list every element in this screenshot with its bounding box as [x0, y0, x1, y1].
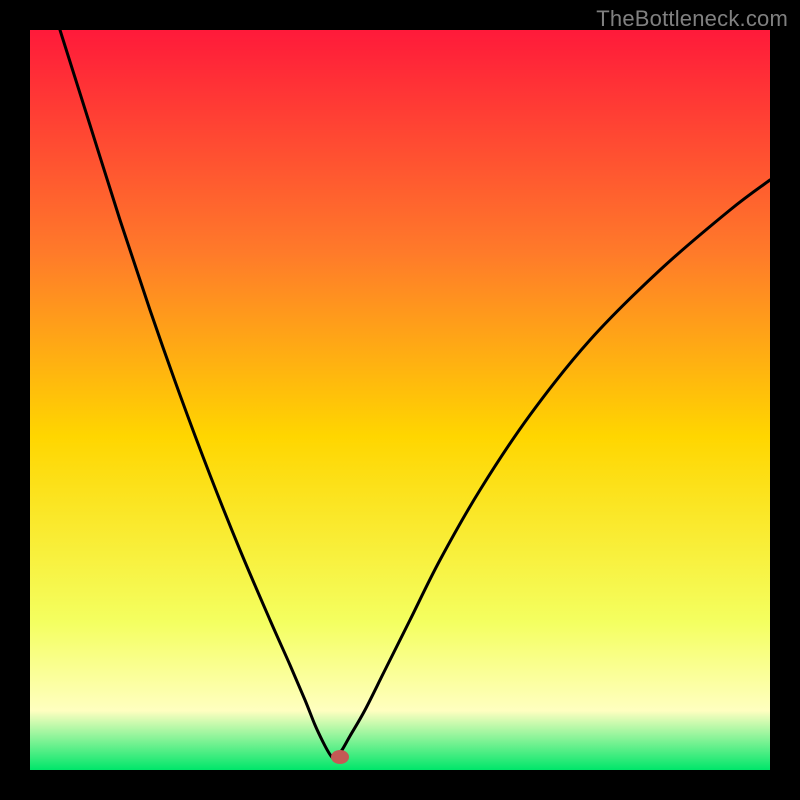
- chart-frame: TheBottleneck.com: [0, 0, 800, 800]
- optimum-marker: [331, 750, 349, 764]
- watermark-text: TheBottleneck.com: [596, 6, 788, 32]
- bottleneck-chart: [30, 30, 770, 770]
- plot-area: [30, 30, 770, 770]
- gradient-background: [30, 30, 770, 770]
